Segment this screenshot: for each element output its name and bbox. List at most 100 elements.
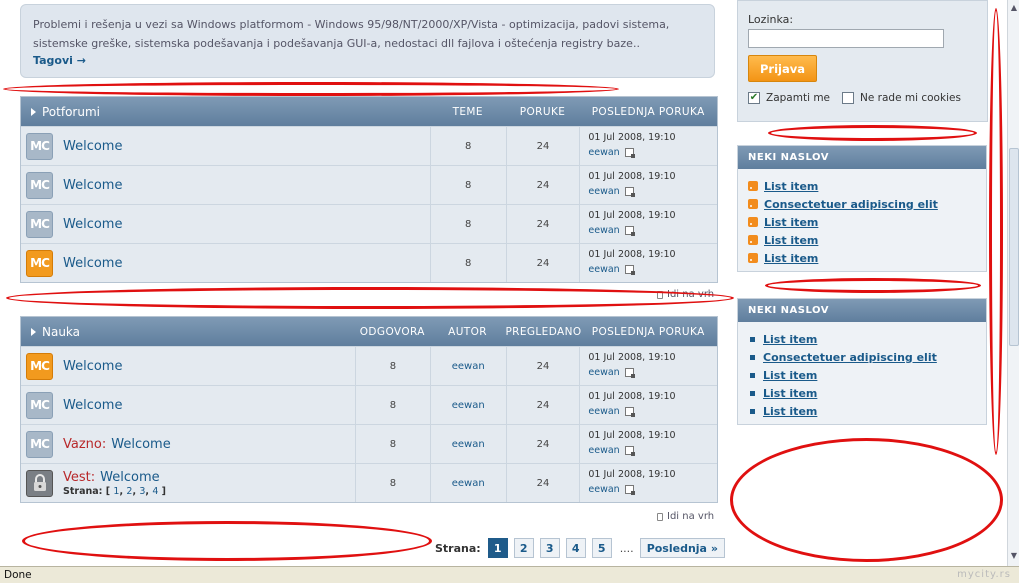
subforum-link[interactable]: Welcome: [63, 139, 122, 154]
last-post-user[interactable]: eewan: [588, 147, 619, 158]
last-post-user[interactable]: eewan: [588, 484, 619, 495]
list-item: List item: [748, 330, 976, 348]
no-cookies-label: Ne rade mi cookies: [860, 92, 961, 104]
widget-link[interactable]: List item: [763, 369, 817, 382]
scroll-up-icon[interactable]: ▲: [1010, 4, 1018, 12]
collapse-arrow-icon[interactable]: [31, 107, 36, 116]
pagination: Strana: 1 2 3 4 5 .... Poslednja »: [435, 538, 725, 558]
last-post-user[interactable]: eewan: [588, 186, 619, 197]
last-post-user[interactable]: eewan: [588, 445, 619, 456]
go-to-post-icon[interactable]: [624, 407, 635, 417]
last-page-button[interactable]: Poslednja »: [639, 538, 725, 558]
go-to-post-icon[interactable]: [624, 148, 635, 158]
go-to-post-icon[interactable]: [624, 265, 635, 275]
widget-link[interactable]: Consectetuer adipiscing elit: [764, 198, 938, 211]
views-count: 24: [505, 347, 580, 385]
topic-row: MC Vazno: Welcome 8 eewan 24 01 Jul 2008…: [21, 424, 717, 463]
author-link[interactable]: eewan: [452, 361, 485, 372]
topic-page-link[interactable]: 4: [152, 486, 158, 497]
widget-link[interactable]: List item: [764, 180, 818, 193]
last-post-date: 01 Jul 2008, 19:10: [588, 430, 676, 441]
last-post-user[interactable]: eewan: [588, 406, 619, 417]
topic-page-link[interactable]: 1: [113, 486, 119, 497]
page-button[interactable]: 3: [539, 538, 560, 558]
go-to-post-icon[interactable]: [624, 187, 635, 197]
browser-status-bar: Done: [0, 566, 1019, 583]
topic-row: Vest: Welcome Strana: [ 1, 2, 3, 4 ] 8 e…: [21, 463, 717, 502]
collapse-arrow-icon[interactable]: [31, 327, 36, 336]
topic-row: MC Welcome 8 eewan 24 01 Jul 2008, 19:10…: [21, 346, 717, 385]
last-post-user[interactable]: eewan: [588, 264, 619, 275]
status-text: Done: [4, 569, 32, 581]
nauka-header: Nauka ODGOVORA AUTOR PREGLEDANO POSLEDNJ…: [21, 317, 717, 346]
topic-page-link[interactable]: 2: [126, 486, 132, 497]
sidebar-widget-bullets: NEKI NASLOV List item Consectetuer adipi…: [737, 298, 987, 425]
author-link[interactable]: eewan: [452, 400, 485, 411]
last-post-date: 01 Jul 2008, 19:10: [588, 171, 676, 182]
topics-count: 8: [429, 205, 506, 243]
widget-link[interactable]: List item: [763, 405, 817, 418]
scrollbar-thumb[interactable]: [1009, 148, 1019, 346]
widget-link[interactable]: List item: [764, 216, 818, 229]
page-button-current[interactable]: 1: [487, 538, 508, 558]
remember-me-checkbox[interactable]: ✔: [748, 92, 760, 104]
sidebar: Lozinka: Prijava ✔ Zapamti me Ne rade mi…: [730, 0, 1007, 566]
widget-link[interactable]: Consectetuer adipiscing elit: [763, 351, 937, 364]
subforums-title[interactable]: Potforumi: [21, 105, 430, 119]
page-button[interactable]: 4: [565, 538, 586, 558]
widget-list: List item Consectetuer adipiscing elit L…: [738, 169, 986, 271]
views-count: 24: [505, 425, 580, 463]
login-button[interactable]: Prijava: [748, 55, 817, 82]
subforum-link[interactable]: Welcome: [63, 256, 122, 271]
author-link[interactable]: eewan: [452, 439, 485, 450]
go-to-post-icon[interactable]: [624, 485, 635, 495]
nauka-title[interactable]: Nauka: [21, 325, 355, 339]
topic-link[interactable]: Welcome: [111, 437, 170, 452]
author-link[interactable]: eewan: [452, 478, 485, 489]
list-item: List item: [748, 249, 976, 267]
watermark: mycity.rs: [957, 569, 1011, 580]
topic-link[interactable]: Welcome: [63, 398, 122, 413]
tags-link[interactable]: Tagovi →: [33, 54, 86, 67]
topic-page-link[interactable]: 3: [139, 486, 145, 497]
list-item: Consectetuer adipiscing elit: [748, 348, 976, 366]
go-to-post-icon[interactable]: [624, 226, 635, 236]
widget-link[interactable]: List item: [763, 387, 817, 400]
widget-link[interactable]: List item: [764, 252, 818, 265]
topic-link[interactable]: Welcome: [63, 359, 122, 374]
col-poruke: PORUKE: [519, 105, 566, 118]
last-post-date: 01 Jul 2008, 19:10: [588, 132, 676, 143]
page-button[interactable]: 5: [591, 538, 612, 558]
lock-icon: [26, 469, 53, 497]
widget-link[interactable]: List item: [764, 234, 818, 247]
back-to-top-link[interactable]: Idi na vrh: [657, 289, 714, 300]
go-to-post-icon[interactable]: [624, 368, 635, 378]
col-teme: TEME: [452, 105, 483, 118]
mc-topic-icon: MC: [26, 430, 53, 458]
topic-link[interactable]: Welcome: [100, 470, 159, 485]
page-button[interactable]: 2: [513, 538, 534, 558]
col-autor: AUTOR: [448, 325, 487, 338]
back-to-top-label: Idi na vrh: [667, 511, 715, 522]
main-column: Problemi i rešenja u vezi sa Windows pla…: [0, 0, 730, 566]
password-input[interactable]: [748, 29, 944, 48]
posts-count: 24: [505, 244, 580, 282]
back-to-top-link[interactable]: Idi na vrh: [657, 511, 714, 522]
replies-count: 8: [355, 386, 430, 424]
last-post-user[interactable]: eewan: [588, 225, 619, 236]
subforum-link[interactable]: Welcome: [63, 178, 122, 193]
vertical-scrollbar[interactable]: ▲ ▼: [1007, 0, 1019, 566]
pagination-ellipsis: ....: [619, 541, 634, 555]
rss-icon: [748, 181, 758, 191]
scroll-down-icon[interactable]: ▼: [1010, 552, 1018, 560]
password-label: Lozinka:: [748, 13, 794, 26]
no-cookies-checkbox[interactable]: [842, 92, 855, 104]
subforum-link[interactable]: Welcome: [63, 217, 122, 232]
go-to-post-icon[interactable]: [624, 446, 635, 456]
widget-link[interactable]: List item: [763, 333, 817, 346]
last-post-date: 01 Jul 2008, 19:10: [588, 391, 676, 402]
login-options: ✔ Zapamti me Ne rade mi cookies: [748, 92, 977, 104]
last-post: 01 Jul 2008, 19:10 eewan: [579, 166, 717, 204]
topics-count: 8: [429, 166, 506, 204]
last-post-user[interactable]: eewan: [588, 367, 619, 378]
